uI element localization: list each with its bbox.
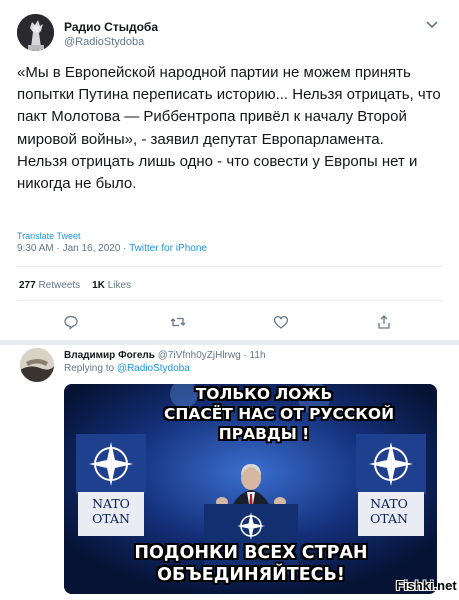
translate-link[interactable]: Translate Tweet [17, 231, 81, 241]
tweet-time[interactable]: 9:30 AM · Jan 16, 2020 · [17, 243, 127, 254]
tweet-paragraph: Нельзя отрицать лишь одно - что совести … [17, 152, 418, 193]
replying-to-link[interactable]: @RadioStydoba [117, 363, 190, 374]
nato-sign-right: NATO OTAN [370, 496, 408, 526]
section-divider [0, 340, 459, 345]
share-icon[interactable] [376, 314, 392, 330]
tweet-source[interactable]: Twitter for iPhone [129, 243, 207, 254]
tweet-paragraph: «Мы в Европейской народной партии не мож… [17, 64, 441, 148]
nato-sign-left: NATO OTAN [92, 496, 130, 526]
divider [17, 300, 442, 301]
replying-to: Replying to @RadioStydoba [64, 363, 190, 374]
like-icon[interactable] [273, 314, 289, 330]
tweet-text: «Мы в Европейской народной партии не мож… [17, 62, 445, 195]
tweet-meta: 9:30 AM · Jan 16, 2020 · Twitter for iPh… [17, 243, 207, 254]
tweet-stats: 277 Retweets 1K Likes [19, 280, 131, 291]
watermark: Fishki.net [396, 578, 457, 593]
meme-caption-top: ТОЛЬКО ЛОЖЬ СПАСЁТ НАС ОТ РУССКОЙ ПРАВДЫ… [164, 385, 395, 443]
author-name[interactable]: Радио Стыдоба [64, 20, 158, 34]
retweets-stat[interactable]: 277 Retweets [19, 280, 80, 291]
likes-stat[interactable]: 1K Likes [92, 280, 131, 291]
reply-image[interactable]: NATO OTAN NATO OTAN ТОЛЬКО ЛОЖЬ СПАСЁТ Н… [64, 384, 437, 594]
chevron-down-icon[interactable] [424, 18, 440, 30]
reply-handle-time[interactable]: @7iVfnh0yZjHlrwg · 11h [158, 350, 266, 361]
reply-author: Владимир Фогель @7iVfnh0yZjHlrwg · 11h [64, 350, 266, 361]
reply-icon[interactable] [63, 314, 79, 330]
meme-caption-bottom: ПОДОНКИ ВСЕХ СТРАН ОБЪЕДИНЯЙТЕСЬ! [134, 543, 368, 585]
author-avatar[interactable] [17, 14, 54, 51]
author-handle[interactable]: @RadioStydoba [64, 36, 144, 48]
divider [17, 266, 442, 267]
retweet-icon[interactable] [170, 314, 186, 330]
reply-author-name[interactable]: Владимир Фогель [64, 350, 155, 361]
reply-avatar[interactable] [20, 348, 54, 382]
